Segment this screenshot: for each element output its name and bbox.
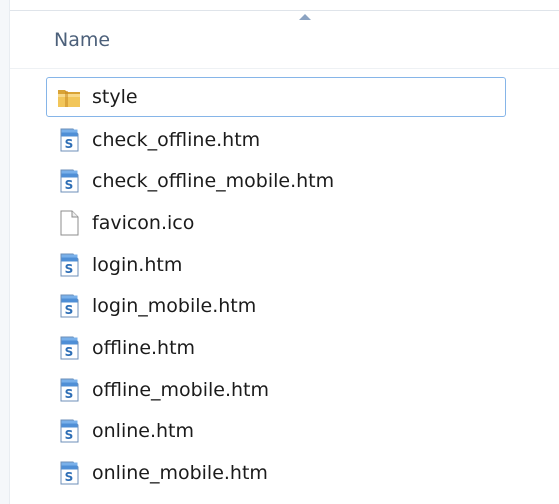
svg-text:S: S	[65, 387, 74, 401]
sort-ascending-icon[interactable]	[299, 14, 311, 20]
svg-text:S: S	[65, 303, 74, 317]
file-row[interactable]: Soffline_mobile.htm	[46, 369, 506, 411]
header-bottom-divider	[10, 68, 559, 69]
svg-text:S: S	[65, 345, 74, 359]
file-row[interactable]: Sonline.htm	[46, 411, 506, 453]
file-name-label: login_mobile.htm	[92, 295, 257, 318]
navigation-pane-edge	[0, 0, 10, 504]
blank-file-icon	[54, 208, 84, 238]
html-document-icon: S	[54, 291, 84, 321]
html-document-icon: S	[54, 166, 84, 196]
file-row[interactable]: Scheck_offline.htm	[46, 119, 506, 161]
file-list: style Scheck_offline.htm Scheck_offline_mo…	[46, 77, 559, 494]
svg-text:S: S	[65, 262, 74, 276]
folder-icon	[54, 82, 84, 112]
html-document-icon: S	[54, 375, 84, 405]
file-name-label: offline.htm	[92, 336, 196, 359]
column-header-bar: Name	[10, 0, 559, 69]
file-name-label: favicon.ico	[92, 211, 195, 234]
file-row[interactable]: favicon.ico	[46, 202, 506, 244]
file-row[interactable]: Sonline_mobile.htm	[46, 452, 506, 494]
file-name-label: check_offline.htm	[92, 128, 261, 151]
file-name-label: offline_mobile.htm	[92, 378, 269, 401]
file-name-label: online_mobile.htm	[92, 462, 268, 485]
svg-text:S: S	[65, 470, 74, 484]
html-document-icon: S	[54, 125, 84, 155]
svg-text:S: S	[65, 137, 74, 151]
file-name-label: check_offline_mobile.htm	[92, 170, 335, 193]
file-row[interactable]: Scheck_offline_mobile.htm	[46, 160, 506, 202]
html-document-icon: S	[54, 333, 84, 363]
file-name-label: style	[92, 86, 138, 108]
header-divider	[10, 10, 559, 11]
html-document-icon: S	[54, 458, 84, 488]
svg-text:S: S	[65, 178, 74, 192]
html-document-icon: S	[54, 416, 84, 446]
svg-text:S: S	[65, 428, 74, 442]
file-name-label: online.htm	[92, 420, 194, 443]
file-row[interactable]: Slogin.htm	[46, 244, 506, 286]
html-document-icon: S	[54, 250, 84, 280]
file-row[interactable]: Soffline.htm	[46, 327, 506, 369]
file-name-label: login.htm	[92, 253, 183, 276]
name-column-header[interactable]: Name	[54, 29, 110, 51]
file-list-pane: Name style Scheck_offline.htm Scheck_offli…	[0, 0, 559, 504]
file-row[interactable]: style	[46, 77, 506, 117]
file-row[interactable]: Slogin_mobile.htm	[46, 285, 506, 327]
